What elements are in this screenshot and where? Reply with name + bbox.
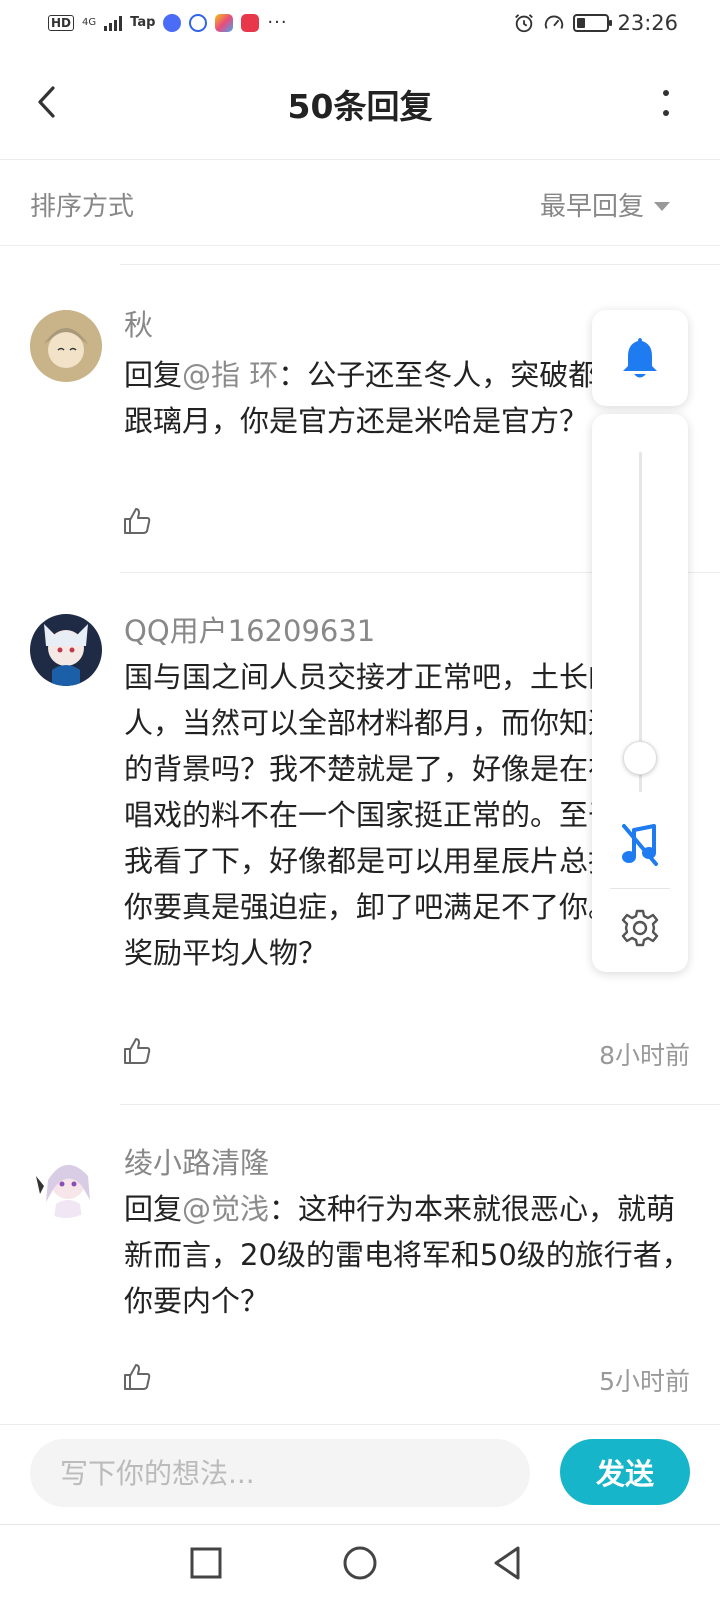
avatar[interactable] [30, 310, 102, 382]
more-notifications-icon: ··· [267, 12, 288, 33]
comment-time: 8小时前 [599, 1041, 690, 1070]
mention-link[interactable]: @指 环 [182, 358, 278, 392]
comment-username[interactable]: 秋 [124, 302, 153, 344]
recent-apps-icon[interactable] [186, 1543, 226, 1583]
back-triangle-icon[interactable] [488, 1543, 528, 1583]
signal-icon [104, 15, 123, 31]
thumbs-up-icon[interactable] [122, 1036, 152, 1066]
reply-prefix: 回复 [124, 358, 183, 392]
battery-icon [573, 14, 613, 32]
page-title: 50条回复 [287, 87, 433, 126]
thumbs-up-icon[interactable] [122, 506, 152, 536]
alarm-icon [515, 14, 534, 33]
avatar-image-icon [30, 614, 102, 686]
avatar[interactable] [30, 614, 102, 686]
comment-input[interactable] [30, 1439, 530, 1507]
ringer-muted-icon[interactable] [620, 822, 660, 868]
divider [610, 888, 670, 889]
sort-value: 最早回复 [539, 192, 644, 222]
divider [120, 1104, 720, 1105]
book-app-icon [241, 13, 260, 32]
gear-icon[interactable] [620, 908, 660, 948]
home-icon[interactable] [340, 1543, 380, 1583]
chevron-down-icon [654, 202, 670, 211]
bell-icon [623, 338, 657, 378]
divider [120, 264, 720, 265]
clock: 23:26 [617, 11, 678, 35]
baidu-app-icon [189, 13, 208, 32]
hd-badge: HD [48, 14, 75, 31]
mention-link[interactable]: @觉浅 [182, 1192, 269, 1226]
system-nav-bar [0, 1524, 720, 1600]
status-right: 23:26 [513, 11, 678, 35]
notification-bell-card[interactable] [592, 310, 688, 406]
more-options-icon[interactable] [660, 88, 672, 118]
network-type: 4G [82, 16, 97, 28]
reply-prefix: 回复 [124, 1192, 183, 1226]
status-bar: HD 4G Tap ··· 23:26 [0, 0, 720, 50]
avatar-image-icon [30, 310, 102, 382]
page: HD 4G Tap ··· 23:26 50条回复 排序方式 最早回复 秋 回复… [0, 0, 720, 1600]
colorful-app-icon [215, 13, 234, 32]
comment-input-bar: 发送 [0, 1424, 720, 1524]
tap-app-icon: Tap [130, 15, 156, 30]
send-button[interactable]: 发送 [560, 1439, 690, 1505]
comment-time: 5小时前 [599, 1367, 690, 1396]
comment-username[interactable]: 绫小路清隆 [124, 1140, 269, 1182]
sort-label: 排序方式 [30, 192, 135, 222]
header: 50条回复 [0, 50, 720, 160]
sort-dropdown[interactable]: 最早回复 [540, 186, 670, 223]
avatar[interactable] [30, 1146, 102, 1218]
volume-slider-thumb[interactable] [623, 741, 657, 775]
music-app-icon [163, 13, 182, 32]
status-left: HD 4G Tap ··· [48, 12, 288, 33]
sort-bar: 排序方式 最早回复 [0, 160, 720, 246]
speed-icon [545, 15, 564, 29]
comment-text: 回复@觉浅：这种行为本来就很恶心，就萌新而言，20级的雷电将军和50级的旅行者，… [124, 1186, 694, 1324]
volume-panel [592, 414, 688, 972]
avatar-image-icon [30, 1146, 102, 1218]
thumbs-up-icon[interactable] [122, 1362, 152, 1392]
comment-username[interactable]: QQ用户16209631 [124, 608, 375, 650]
